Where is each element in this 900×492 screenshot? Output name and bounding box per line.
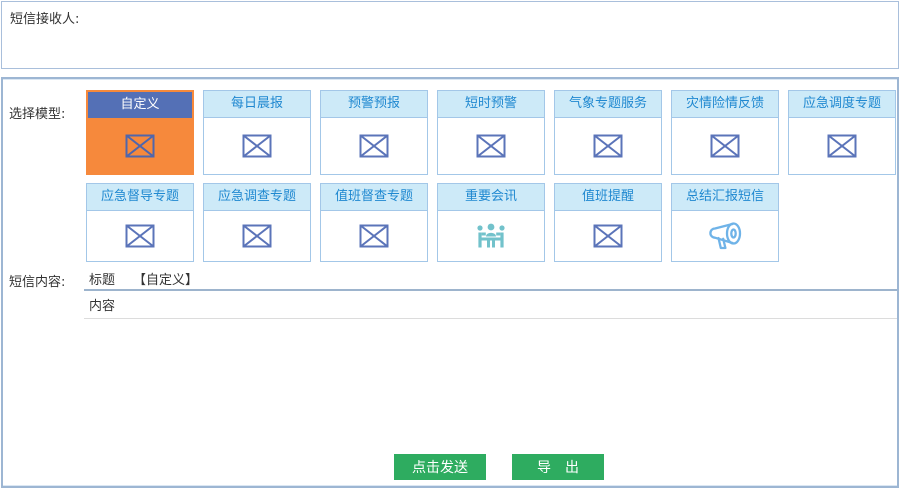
- template-card[interactable]: 预警预报: [320, 90, 428, 175]
- envelope-icon: [593, 224, 623, 248]
- template-card-body: [87, 211, 193, 261]
- template-card-body: [204, 118, 310, 174]
- template-card-header: 气象专题服务: [555, 91, 661, 118]
- compose-section: 选择模型: 自定义 每日晨报 预警预报 短时: [1, 77, 899, 488]
- envelope-icon: [710, 134, 740, 158]
- envelope-icon: [359, 224, 389, 248]
- recipients-section: 短信接收人:: [1, 1, 899, 69]
- template-card-body: [204, 211, 310, 261]
- recipients-label: 短信接收人:: [10, 8, 79, 27]
- template-card[interactable]: 每日晨报: [203, 90, 311, 175]
- template-card-header: 值班督查专题: [321, 184, 427, 211]
- template-card-body: [321, 211, 427, 261]
- template-card[interactable]: 应急调查专题: [203, 183, 311, 262]
- template-card[interactable]: 重要会讯: [437, 183, 545, 262]
- title-value[interactable]: 【自定义】: [133, 269, 198, 288]
- title-row[interactable]: 标题 【自定义】: [84, 267, 897, 291]
- template-card-body: [555, 118, 661, 174]
- template-card[interactable]: 自定义: [86, 90, 194, 175]
- meeting-icon: [473, 221, 509, 251]
- megaphone-icon: [705, 219, 745, 253]
- recipients-input[interactable]: [90, 6, 894, 64]
- template-card-header: 应急调度专题: [789, 91, 895, 118]
- template-card-body: [88, 118, 192, 173]
- template-card-body: [789, 118, 895, 174]
- envelope-icon: [242, 224, 272, 248]
- content-field-label: 内容: [89, 295, 115, 314]
- template-card[interactable]: 值班提醒: [554, 183, 662, 262]
- template-card-header: 重要会讯: [438, 184, 544, 211]
- template-card-header: 值班提醒: [555, 184, 661, 211]
- envelope-icon: [242, 134, 272, 158]
- envelope-icon: [476, 134, 506, 158]
- template-card[interactable]: 应急督导专题: [86, 183, 194, 262]
- envelope-icon: [125, 134, 155, 158]
- envelope-icon: [593, 134, 623, 158]
- template-card[interactable]: 灾情险情反馈: [671, 90, 779, 175]
- template-card-body: [438, 211, 544, 261]
- model-label: 选择模型:: [9, 103, 65, 122]
- template-card-header: 预警预报: [321, 91, 427, 118]
- content-row[interactable]: 内容: [84, 291, 897, 319]
- template-card-body: [321, 118, 427, 174]
- template-card-header: 灾情险情反馈: [672, 91, 778, 118]
- envelope-icon: [359, 134, 389, 158]
- template-card-header: 自定义: [88, 92, 192, 118]
- template-card-header: 总结汇报短信: [672, 184, 778, 211]
- envelope-icon: [125, 224, 155, 248]
- template-grid: 自定义 每日晨报 预警预报 短时预警: [86, 90, 896, 262]
- template-card-header: 应急督导专题: [87, 184, 193, 211]
- envelope-icon: [827, 134, 857, 158]
- template-card-body: [438, 118, 544, 174]
- template-card-body: [555, 211, 661, 261]
- template-card-body: [672, 118, 778, 174]
- template-card[interactable]: 短时预警: [437, 90, 545, 175]
- template-card-header: 短时预警: [438, 91, 544, 118]
- sms-compose-page: 短信接收人: 选择模型: 自定义 每日晨报 预警预报: [0, 0, 900, 492]
- template-card[interactable]: 气象专题服务: [554, 90, 662, 175]
- template-card[interactable]: 应急调度专题: [788, 90, 896, 175]
- content-block: 标题 【自定义】 内容: [84, 267, 897, 319]
- title-label: 标题: [89, 269, 115, 288]
- template-card-header: 应急调查专题: [204, 184, 310, 211]
- template-card[interactable]: 总结汇报短信: [671, 183, 779, 262]
- template-card-header: 每日晨报: [204, 91, 310, 118]
- content-label: 短信内容:: [9, 271, 65, 290]
- template-card-body: [672, 211, 778, 261]
- template-card[interactable]: 值班督查专题: [320, 183, 428, 262]
- export-button[interactable]: 导 出: [512, 454, 604, 480]
- send-button[interactable]: 点击发送: [394, 454, 486, 480]
